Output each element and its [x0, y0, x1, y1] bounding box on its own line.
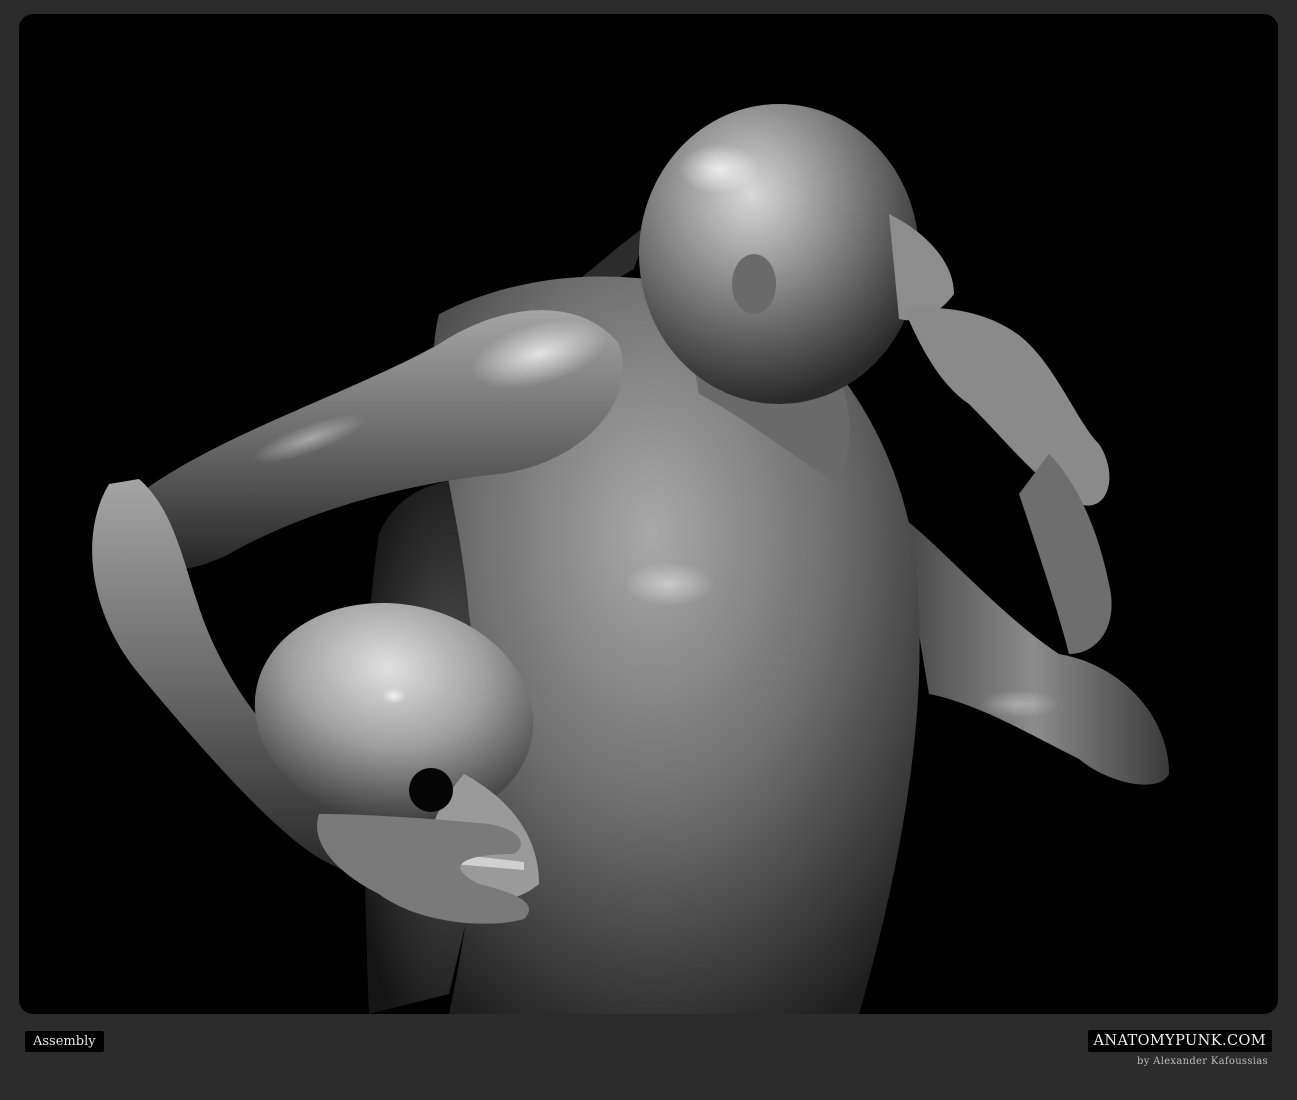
artwork-viewport	[19, 14, 1278, 1014]
caption-label: Assembly	[25, 1031, 104, 1052]
author-credit: by Alexander Kafoussias	[1137, 1056, 1268, 1067]
brand-block: ANATOMYPUNK.COM by Alexander Kafoussias	[1087, 1030, 1272, 1067]
page-frame: Assembly ANATOMYPUNK.COM by Alexander Ka…	[0, 0, 1297, 1100]
anatomy-sculpture-image	[92, 104, 1169, 1014]
brand-link[interactable]: ANATOMYPUNK.COM	[1087, 1030, 1272, 1052]
